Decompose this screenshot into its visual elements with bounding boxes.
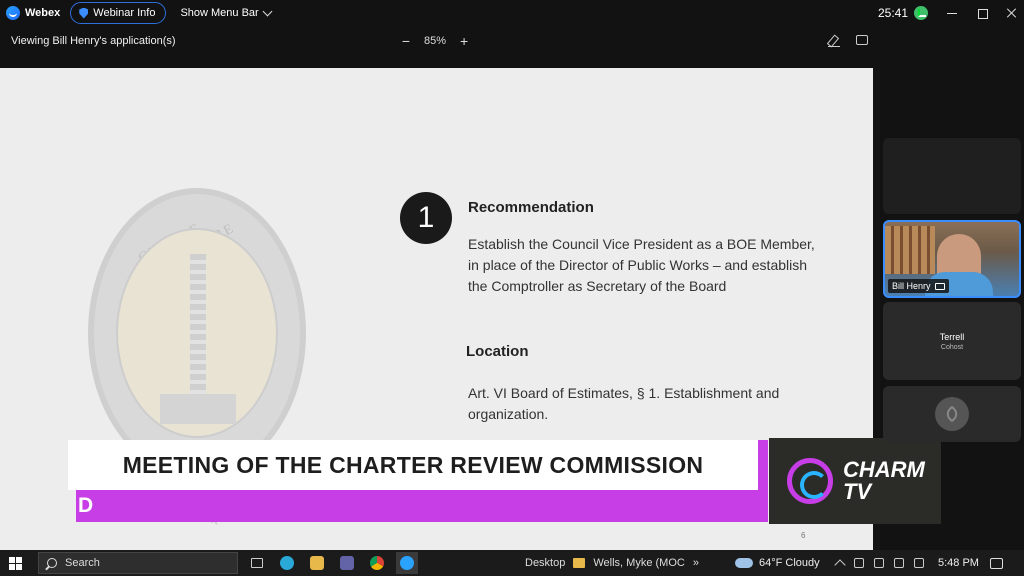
item-number-badge: 1: [400, 192, 452, 244]
share-toolbar: Viewing Bill Henry's application(s) − 85…: [0, 26, 1024, 56]
weather-text: 64°F Cloudy: [759, 557, 820, 569]
share-tools: [828, 35, 868, 47]
network-icon[interactable]: [854, 558, 864, 568]
tray-expand-icon[interactable]: [834, 559, 846, 571]
desktop-toolbar[interactable]: Desktop Wells, Myke (MOC »: [525, 557, 699, 569]
more-chevron-icon[interactable]: »: [693, 557, 699, 569]
lower-third-accent: [758, 440, 768, 522]
webex-logo-icon: [6, 6, 20, 20]
charm-tv-logo-icon: [787, 458, 833, 504]
zoom-controls: − 85% +: [400, 33, 470, 49]
location-body: Art. VI Board of Estimates, § 1. Establi…: [468, 385, 780, 422]
slide-page-number: 6: [801, 531, 806, 540]
volume-icon[interactable]: [874, 558, 884, 568]
system-tray: [834, 557, 924, 571]
weather-widget[interactable]: 64°F Cloudy: [735, 557, 820, 569]
seal-tower-base: [160, 394, 236, 424]
desktop-label: Desktop: [525, 557, 566, 569]
recommendation-body: Establish the Council Vice President as …: [468, 236, 815, 294]
show-menu-bar-label: Show Menu Bar: [180, 7, 259, 19]
participant-tile-empty[interactable]: [883, 138, 1021, 214]
chrome-icon[interactable]: [366, 552, 388, 574]
seal-tower: [190, 254, 206, 404]
screen-view-icon[interactable]: [856, 35, 868, 45]
title-bar: Webex Webinar Info Show Menu Bar 25:41: [0, 0, 1024, 26]
webinar-info-button[interactable]: Webinar Info: [70, 2, 167, 24]
participant-tile-bill-henry[interactable]: Bill Henry: [883, 220, 1021, 298]
participant-name-label: Bill Henry: [888, 279, 949, 293]
windows-taskbar: Search Desktop Wells, Myke (MOC » 64°F C…: [0, 550, 1024, 576]
phone-icon: [943, 405, 961, 423]
taskbar-clock[interactable]: 5:48 PM: [938, 557, 979, 569]
folder-icon: [573, 558, 586, 568]
webinar-info-label: Webinar Info: [93, 7, 156, 19]
charm-tv-logo: CHARM TV: [769, 438, 941, 524]
annotate-icon[interactable]: [828, 35, 840, 47]
windows-start-icon[interactable]: [9, 556, 22, 570]
lower-third-ticker: D: [76, 490, 764, 522]
recommendation-title: Recommendation: [468, 199, 594, 216]
window-controls: 25:41: [878, 0, 1018, 26]
participant-tile-phone[interactable]: [883, 386, 1021, 442]
brand-label: Webex: [25, 7, 61, 19]
video-bookshelf: [885, 226, 935, 274]
zoom-in-button[interactable]: +: [458, 33, 470, 49]
charm-tv-wordmark: CHARM TV: [843, 459, 925, 503]
baltimore-seal: CITY OF BALTIMORE 1797 OFFICE OF THE COM…: [88, 188, 306, 528]
zoom-out-button[interactable]: −: [400, 33, 412, 49]
chevron-down-icon: [262, 6, 273, 16]
phone-avatar: [935, 397, 969, 431]
notification-icon[interactable]: [990, 557, 1003, 569]
show-menu-bar-button[interactable]: Show Menu Bar: [180, 6, 273, 19]
viewing-label: Viewing Bill Henry's application(s): [11, 35, 176, 47]
zoom-level: 85%: [424, 35, 447, 47]
ticker-text: D: [78, 494, 94, 517]
battery-icon[interactable]: [914, 558, 924, 568]
participant-tile-terrell[interactable]: Terrell Cohost: [883, 302, 1021, 380]
webex-brand[interactable]: Webex: [6, 6, 60, 20]
charm-tv-line2: TV: [843, 479, 872, 504]
location-title: Location: [466, 343, 529, 360]
connection-quality-icon[interactable]: [914, 6, 928, 20]
participant-name: Bill Henry: [892, 281, 931, 291]
task-view-icon[interactable]: [246, 552, 268, 574]
taskbar-search-label: Search: [65, 557, 100, 569]
participant-name-terrell: Terrell: [939, 331, 965, 342]
participant-role-terrell: Cohost: [940, 343, 964, 351]
search-icon: [47, 558, 57, 568]
restore-icon[interactable]: [976, 7, 988, 19]
lower-third-title: MEETING OF THE CHARTER REVIEW COMMISSION: [122, 451, 704, 478]
close-icon[interactable]: [1006, 7, 1018, 19]
taskbar-search[interactable]: Search: [38, 552, 238, 574]
file-explorer-icon[interactable]: [306, 552, 328, 574]
window-label: Wells, Myke (MOC: [593, 557, 685, 569]
teams-icon[interactable]: [336, 552, 358, 574]
webex-window: Webex Webinar Info Show Menu Bar 25:41 V…: [0, 0, 1024, 576]
minimize-icon[interactable]: [946, 7, 958, 19]
shield-icon: [79, 7, 89, 19]
charm-tv-line1: CHARM: [843, 457, 925, 482]
meeting-timer: 25:41: [877, 6, 908, 20]
webex-taskbar-icon[interactable]: [396, 552, 418, 574]
lower-third-banner: MEETING OF THE CHARTER REVIEW COMMISSION: [68, 440, 758, 490]
cloud-icon: [735, 558, 753, 568]
presenter-icon: [934, 282, 945, 290]
edge-icon[interactable]: [276, 552, 298, 574]
microphone-icon[interactable]: [894, 558, 904, 568]
